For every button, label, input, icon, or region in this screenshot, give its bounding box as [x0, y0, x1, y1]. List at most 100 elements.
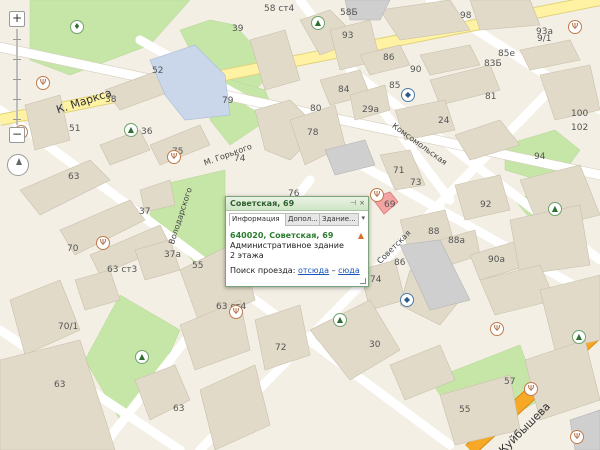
info-popup: Советская, 69 ⊣ × Информация Допол... Зда…: [225, 196, 369, 287]
restaurant-icon[interactable]: Ψ: [36, 76, 50, 90]
chevron-down-icon[interactable]: ▾: [361, 213, 365, 224]
house-number: 55: [192, 261, 204, 271]
route-dash: –: [331, 266, 336, 275]
route-from-link[interactable]: отсюда: [298, 266, 329, 275]
house-number: 74: [370, 275, 382, 285]
restaurant-icon[interactable]: Ψ: [229, 305, 243, 319]
restaurant-icon[interactable]: Ψ: [568, 20, 582, 34]
map-view[interactable]: К. Маркса М. Горького Комсомольская Воло…: [0, 0, 600, 450]
minimize-icon[interactable]: ⊣: [350, 199, 356, 207]
house-number: 102: [571, 123, 589, 133]
restaurant-icon[interactable]: Ψ: [490, 322, 504, 336]
restaurant-icon[interactable]: Ψ: [524, 382, 538, 396]
building-floors: 2 этажа: [230, 251, 264, 260]
house-number: 58Б: [340, 8, 358, 18]
house-number: 70: [67, 244, 79, 254]
house-number: 84: [338, 85, 350, 95]
house-number: 86: [394, 258, 406, 268]
house-number: 69: [384, 200, 396, 210]
zoom-tick: [13, 39, 21, 40]
house-number: 81: [485, 92, 497, 102]
tab-building[interactable]: Здание...: [319, 213, 359, 226]
house-number: 24: [438, 116, 450, 126]
zoom-tick: [13, 79, 21, 80]
zoom-in-button[interactable]: +: [9, 11, 25, 27]
house-number: 73: [410, 178, 422, 188]
zoom-out-button[interactable]: −: [9, 127, 25, 143]
university-icon[interactable]: ▲: [572, 330, 586, 344]
house-number: 90а: [488, 255, 505, 265]
house-number: 88а: [448, 236, 465, 246]
warning-icon[interactable]: ▲: [358, 231, 364, 241]
compass-icon[interactable]: [7, 154, 29, 176]
postcode-address: 640020, Советская, 69: [230, 231, 334, 240]
house-number: 72: [275, 343, 287, 353]
house-number: 85е: [498, 49, 515, 59]
house-number: 63: [54, 380, 66, 390]
house-number: 85: [389, 81, 401, 91]
house-number: 83Б: [484, 59, 502, 69]
house-number: 94: [534, 152, 546, 162]
house-number: 90: [410, 65, 422, 75]
house-number: 98: [460, 11, 472, 21]
house-number: 38: [105, 95, 117, 105]
monument-icon[interactable]: ♦: [70, 20, 84, 34]
restaurant-icon[interactable]: Ψ: [570, 430, 584, 444]
house-number: 63 ст3: [107, 265, 138, 275]
zoom-control: + −: [9, 11, 25, 143]
tab-additional[interactable]: Допол...: [285, 213, 323, 226]
house-number: 36: [141, 127, 153, 137]
house-number: 39: [232, 24, 244, 34]
house-number: 51: [69, 124, 81, 134]
route-search: Поиск проезда: отсюда – сюда: [230, 266, 364, 276]
university-icon[interactable]: ▲: [311, 16, 325, 30]
popup-tabs: Информация Допол... Здание... ▾: [229, 213, 365, 226]
house-number: 74: [234, 154, 246, 164]
house-number: 30: [369, 340, 381, 350]
zoom-tick: [13, 59, 21, 60]
house-number: 92: [480, 200, 492, 210]
house-number: 52: [152, 66, 164, 76]
house-number: 55: [459, 405, 471, 415]
zoom-tick: [13, 119, 21, 120]
restaurant-icon[interactable]: Ψ: [96, 236, 110, 250]
tab-information[interactable]: Информация: [229, 213, 289, 226]
close-icon[interactable]: ×: [359, 199, 365, 207]
shop-icon[interactable]: ◆: [401, 88, 415, 102]
house-number: 9/1: [537, 34, 552, 44]
zoom-slider-track[interactable]: [13, 29, 21, 125]
popup-header-controls: ⊣ ×: [347, 199, 365, 207]
popup-title: Советская, 69: [230, 199, 295, 208]
university-icon[interactable]: ▲: [333, 313, 347, 327]
compass-needle: [16, 158, 22, 165]
university-icon[interactable]: ▲: [548, 202, 562, 216]
university-icon[interactable]: ▲: [124, 123, 138, 137]
house-number: 78: [307, 128, 319, 138]
route-to-link[interactable]: сюда: [338, 266, 360, 275]
house-number: 100: [571, 109, 589, 119]
house-number: 86: [383, 53, 395, 63]
route-label: Поиск проезда:: [230, 266, 296, 275]
house-number: 63: [173, 404, 185, 414]
house-number: 80: [310, 104, 322, 114]
shop-icon[interactable]: ◆: [400, 293, 414, 307]
house-number: 57: [504, 377, 516, 387]
house-number: 58 ст4: [264, 4, 295, 14]
house-number: 93: [342, 31, 354, 41]
university-icon[interactable]: ▲: [135, 350, 149, 364]
house-number: 63: [68, 172, 80, 182]
building-type: Административное здание: [230, 241, 344, 250]
house-number: 71: [393, 166, 405, 176]
house-number: 29а: [362, 105, 379, 115]
house-number: 70/1: [58, 322, 79, 332]
restaurant-icon[interactable]: Ψ: [167, 150, 181, 164]
popup-body: 640020, Советская, 69 ▲ Административное…: [230, 231, 364, 276]
restaurant-icon[interactable]: Ψ: [370, 188, 384, 202]
house-number: 37а: [164, 250, 181, 260]
house-number: 37: [139, 207, 151, 217]
house-number: 88: [428, 227, 440, 237]
resize-handle[interactable]: [360, 278, 366, 284]
zoom-tick: [13, 99, 21, 100]
popup-header[interactable]: Советская, 69 ⊣ ×: [226, 197, 368, 211]
house-number: 79: [222, 96, 234, 106]
